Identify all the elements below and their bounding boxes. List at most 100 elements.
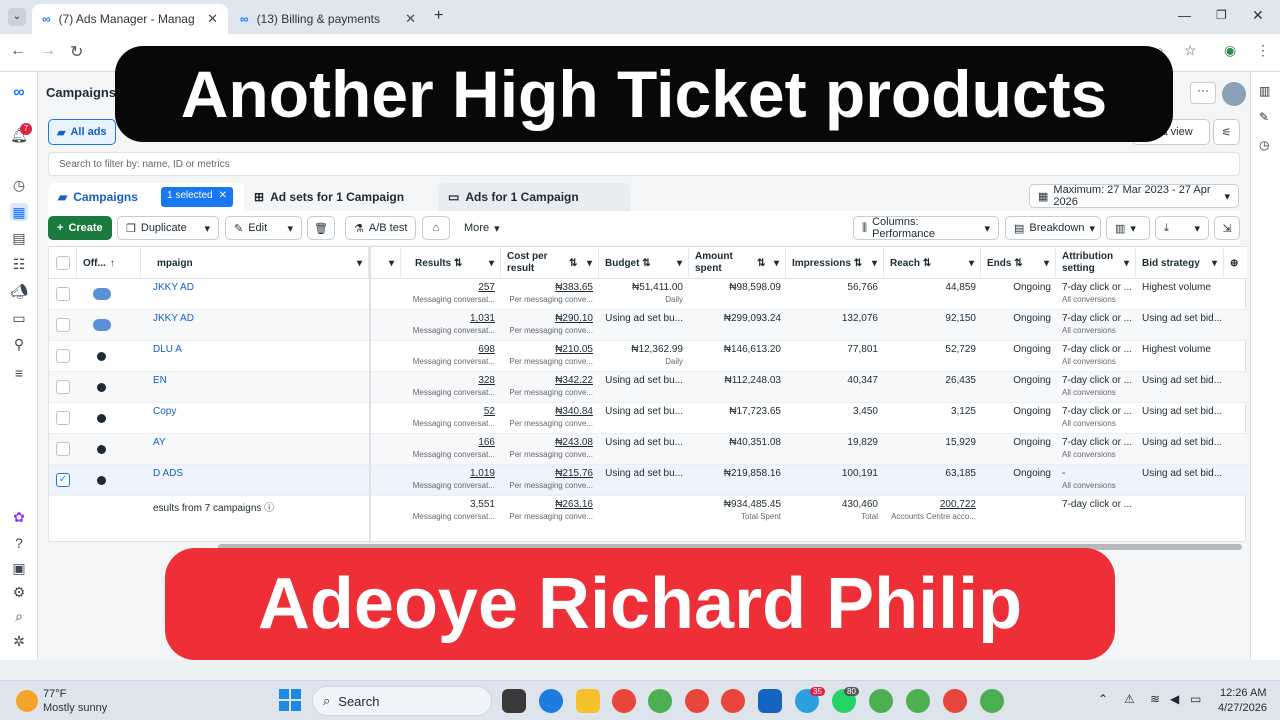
toggle-switch[interactable] [97, 445, 106, 454]
filters-icon[interactable]: ⚟ [1213, 119, 1240, 145]
chrome-profile-icon[interactable] [648, 689, 672, 713]
toggle-switch[interactable] [93, 288, 111, 300]
menu-icon[interactable]: ⋮ [1256, 42, 1270, 59]
reports-icon[interactable]: ▤ [10, 229, 28, 247]
row-checkbox[interactable] [56, 349, 70, 363]
pencil-icon[interactable]: ✎ [1259, 110, 1269, 124]
volume-icon[interactable]: ◀ [1170, 692, 1179, 706]
chart-icon[interactable]: ▥ [1259, 84, 1270, 98]
avatar[interactable] [1222, 82, 1246, 106]
checkbox[interactable] [56, 411, 70, 425]
window-close-icon[interactable]: ✕ [1252, 7, 1264, 24]
toggle-switch[interactable] [93, 319, 111, 331]
megaphone-icon[interactable]: 📣︎ [10, 282, 28, 300]
reload-icon[interactable]: ↻ [70, 42, 83, 62]
chrome-profile-icon[interactable] [685, 689, 709, 713]
feedback-icon[interactable]: ▣ [10, 559, 28, 577]
row-checkbox[interactable]: ✓ [56, 473, 70, 487]
more-options-button[interactable]: ··· [1190, 82, 1216, 104]
chevron-up-icon[interactable]: ⌃ [1098, 692, 1108, 706]
chevron-down-icon[interactable]: ▾ [204, 222, 210, 235]
checkbox[interactable] [55, 256, 70, 270]
campaign-name[interactable]: AY [153, 437, 166, 448]
tab-ads[interactable]: ▭ Ads for 1 Campaign [438, 183, 630, 211]
new-tab-button[interactable]: + [434, 7, 443, 25]
close-icon[interactable]: ✕ [207, 11, 218, 27]
close-icon[interactable]: ✕ [405, 11, 416, 27]
chrome-profile-icon[interactable] [943, 689, 967, 713]
col-budget[interactable]: Budget ⇅ ▾ [599, 247, 689, 279]
history-icon[interactable]: ◷ [1259, 138, 1269, 152]
file-explorer-icon[interactable] [576, 689, 600, 713]
tab-ads-manager[interactable]: ∞ (7) Ads Manager - Manage ads ✕ [32, 4, 228, 34]
forward-icon[interactable]: → [40, 42, 56, 60]
expand-button[interactable]: ⇲ [1214, 216, 1240, 240]
col-ends[interactable]: Ends ⇅ ▾ [981, 247, 1056, 279]
windows-start-icon[interactable] [279, 689, 301, 711]
col-bid-strategy[interactable]: Bid strategy ▾ [1136, 247, 1224, 279]
more-button[interactable]: More ▾ [456, 216, 508, 240]
network-icon[interactable]: ⚠ [1124, 692, 1135, 706]
tab-ad-sets[interactable]: ⊞ Ad sets for 1 Campaign [244, 183, 434, 211]
checkbox[interactable]: ✓ [56, 473, 70, 487]
chrome-icon[interactable] [612, 689, 636, 713]
table-row[interactable]: JKKY AD 257 Messaging conversat... ₦383.65 P… [49, 279, 1247, 310]
columns-button[interactable]: ⫼ Columns: Performance ▾ [853, 216, 999, 240]
campaign-name[interactable]: JKKY AD [153, 282, 194, 293]
table-row[interactable]: AY 166 Messaging conversat... ₦243.08 Per me… [49, 434, 1247, 465]
dashboard-icon[interactable]: ◷ [10, 176, 28, 194]
tag-button[interactable]: ⌂ [422, 216, 450, 240]
col-reach[interactable]: Reach ⇅ ▾ [884, 247, 981, 279]
checkbox[interactable] [56, 349, 70, 363]
settings-icon[interactable]: ⚙ [10, 583, 28, 601]
store-icon[interactable] [758, 689, 782, 713]
col-amount-spent[interactable]: Amount spent ⇅ ▾ [689, 247, 786, 279]
selected-badge[interactable]: 1 selected ✕ [161, 187, 233, 207]
col-campaign[interactable]: mpaign ▾ [141, 247, 369, 279]
campaign-name[interactable]: JKKY AD [153, 313, 194, 324]
create-button[interactable]: + Create [48, 216, 112, 240]
table-row[interactable]: EN 328 Messaging conversat... ₦342.22 Per me… [49, 372, 1247, 403]
bug-icon[interactable]: ✲ [10, 632, 28, 650]
table-row[interactable]: ✓ D ADS 1,019 Messaging conversat... ₦215.76… [49, 465, 1247, 496]
col-off-on[interactable]: Off... ↑ [77, 247, 141, 279]
ab-test-button[interactable]: ⚗ A/B test [345, 216, 417, 240]
table-row[interactable]: JKKY AD 1,031 Messaging conversat... ₦290.1… [49, 310, 1247, 341]
select-all-checkbox[interactable] [49, 247, 77, 279]
chevron-down-icon[interactable]: ▾ [287, 222, 293, 235]
row-checkbox[interactable] [56, 287, 70, 301]
chrome-profile-icon[interactable] [980, 689, 1004, 713]
campaign-name[interactable]: D ADS [153, 468, 183, 479]
duplicate-button[interactable]: ❐ Duplicate ▾ [117, 216, 219, 240]
edit-button[interactable]: ✎ Edit ▾ [225, 216, 302, 240]
row-checkbox[interactable] [56, 411, 70, 425]
minimize-icon[interactable]: — [1178, 8, 1191, 23]
toggle-switch[interactable] [97, 414, 106, 423]
toggle-switch[interactable] [97, 476, 106, 485]
col-attribution[interactable]: Attribution setting ▾ [1056, 247, 1136, 279]
campaign-name[interactable]: EN [153, 375, 167, 386]
campaigns-table-icon[interactable]: ▦ [10, 203, 28, 221]
toggle-switch[interactable] [97, 383, 106, 392]
search-filter-input[interactable]: Search to filter by: name, ID or metrics [48, 152, 1240, 176]
chrome-icon[interactable] [721, 689, 745, 713]
checkbox[interactable] [56, 318, 70, 332]
all-tools-icon[interactable]: ≡ [10, 364, 28, 382]
taskbar-search[interactable]: ⌕ Search [312, 686, 492, 716]
table-row[interactable]: DLU A 698 Messaging conversat... ₦210.05 Per… [49, 341, 1247, 372]
battery-icon[interactable]: ▭ [1190, 692, 1201, 706]
row-checkbox[interactable] [56, 442, 70, 456]
all-ads-button[interactable]: ▰ All ads [48, 119, 116, 145]
campaign-name[interactable]: DLU A [153, 344, 182, 355]
chrome-profile-icon[interactable] [869, 689, 893, 713]
export-button[interactable]: ⤓ ▾ [1155, 216, 1209, 240]
reports-button[interactable]: ▥ ▾ [1106, 216, 1150, 240]
checkbox[interactable] [56, 287, 70, 301]
edge-icon[interactable] [539, 689, 563, 713]
tab-billing[interactable]: ∞ (13) Billing & payments ✕ [230, 4, 426, 34]
task-view-icon[interactable] [502, 689, 526, 713]
clear-selection-icon[interactable]: ✕ [219, 190, 227, 204]
checkbox[interactable] [56, 442, 70, 456]
col-impressions[interactable]: Impressions ⇅ ▾ [786, 247, 884, 279]
bookmark-icon[interactable]: ☆ [1184, 42, 1197, 59]
